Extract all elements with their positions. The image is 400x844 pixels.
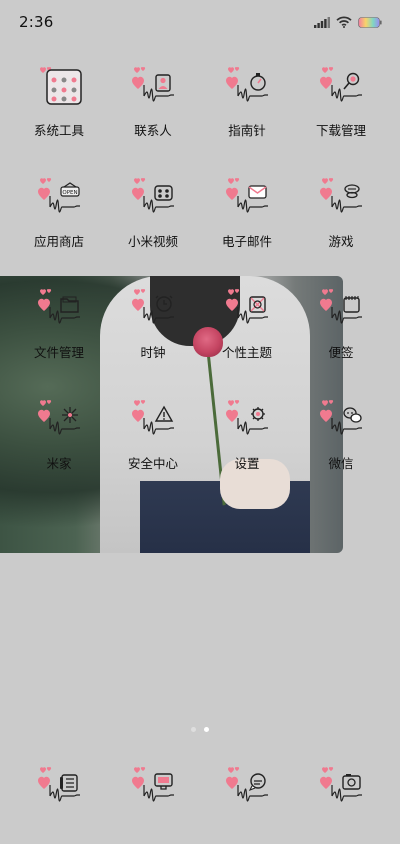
wifi-icon [336, 16, 352, 28]
gear-icon [221, 397, 273, 449]
app-label: 联系人 [134, 123, 172, 138]
page-dot-1[interactable] [191, 727, 196, 732]
app-download[interactable]: 下载管理 [294, 64, 388, 144]
open-sign-icon: OPEN [33, 175, 85, 227]
game-controller-icon [315, 175, 367, 227]
phone-icon [33, 764, 85, 824]
video-icon [127, 175, 179, 227]
app-folder-file[interactable]: 文件管理 [12, 286, 106, 366]
app-label: 时钟 [140, 345, 166, 360]
page-indicator [0, 727, 400, 732]
dock-app-message[interactable] [200, 764, 294, 824]
app-label: 应用商店 [33, 234, 84, 249]
camera-icon [315, 764, 367, 824]
dock-app-camera[interactable] [294, 764, 388, 824]
app-warning[interactable]: 安全中心 [106, 397, 200, 477]
theme-icon [221, 286, 273, 338]
snowflake-icon [33, 397, 85, 449]
page-dot-2[interactable] [204, 727, 209, 732]
contact-card-icon [127, 64, 179, 116]
clock-icon [127, 286, 179, 338]
app-compass[interactable]: 指南针 [200, 64, 294, 144]
app-label: 电子邮件 [221, 234, 272, 249]
app-video[interactable]: 小米视频 [106, 175, 200, 255]
computer-icon [127, 764, 179, 824]
app-label: 系统工具 [33, 123, 84, 138]
app-label: 微信 [328, 456, 354, 471]
app-folder[interactable]: 系统工具 [12, 64, 106, 144]
message-icon [221, 764, 273, 824]
app-contact-card[interactable]: 联系人 [106, 64, 200, 144]
download-icon [315, 64, 367, 116]
app-label: 便签 [328, 345, 354, 360]
status-icons [314, 16, 382, 28]
app-label: 下载管理 [315, 123, 366, 138]
signal-icon [314, 16, 330, 28]
app-gear[interactable]: 设置 [200, 397, 294, 477]
app-notepad[interactable]: 便签 [294, 286, 388, 366]
compass-icon [221, 64, 273, 116]
dock-app-phone[interactable] [12, 764, 106, 824]
app-label: 安全中心 [127, 456, 178, 471]
battery-icon [358, 16, 382, 28]
chat-bubbles-icon [315, 397, 367, 449]
app-label: 指南针 [228, 123, 266, 138]
app-mail[interactable]: 电子邮件 [200, 175, 294, 255]
app-label: 游戏 [328, 234, 354, 249]
folder-icon [33, 64, 85, 116]
app-label: 设置 [234, 456, 260, 471]
app-label: 个性主题 [221, 345, 272, 360]
app-theme[interactable]: 个性主题 [200, 286, 294, 366]
app-clock[interactable]: 时钟 [106, 286, 200, 366]
status-bar: 2:36 [0, 0, 400, 44]
status-time: 2:36 [19, 13, 54, 31]
app-label: 文件管理 [33, 345, 84, 360]
app-chat-bubbles[interactable]: 微信 [294, 397, 388, 477]
svg-text:OPEN: OPEN [62, 190, 77, 196]
dock-app-computer[interactable] [106, 764, 200, 824]
notepad-icon [315, 286, 367, 338]
app-label: 米家 [46, 456, 72, 471]
app-open-sign[interactable]: OPEN 应用商店 [12, 175, 106, 255]
app-game-controller[interactable]: 游戏 [294, 175, 388, 255]
app-label: 小米视频 [127, 234, 178, 249]
warning-icon [127, 397, 179, 449]
mail-icon [221, 175, 273, 227]
folder-file-icon [33, 286, 85, 338]
app-snowflake[interactable]: 米家 [12, 397, 106, 477]
